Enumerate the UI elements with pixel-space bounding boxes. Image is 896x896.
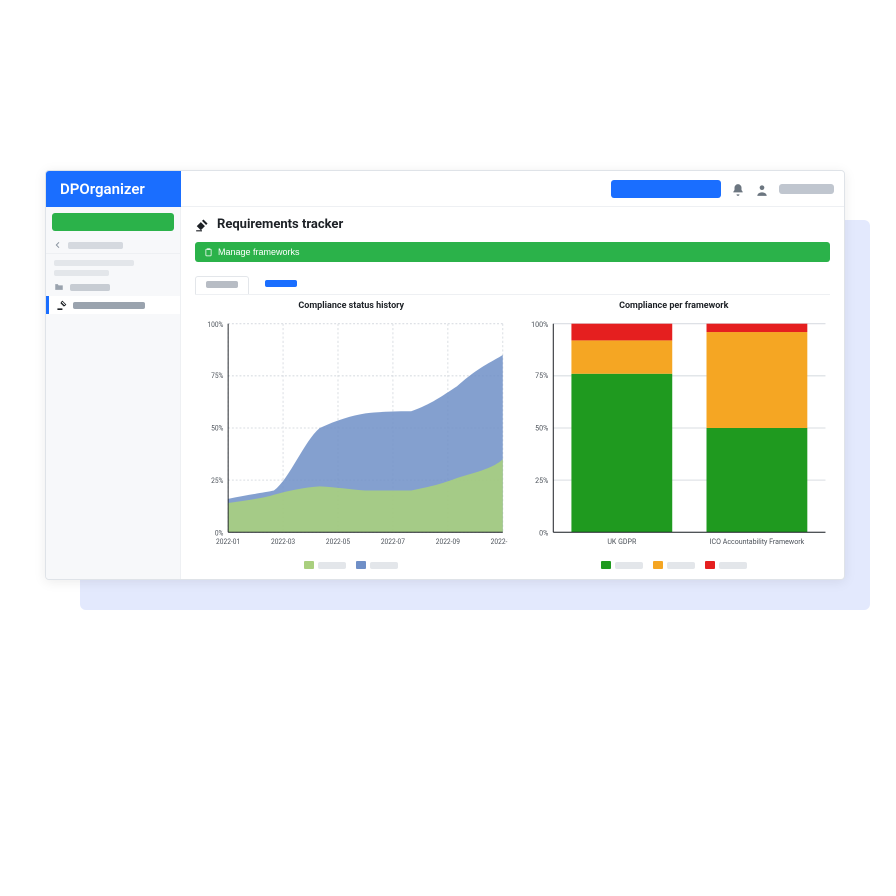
ytick-25: 25% [211,476,223,486]
page-header: Requirements tracker [195,217,830,232]
stacked-bar-chart: 0% 25% 50% 75% 100% UK GDPR ICO Accounta… [518,313,831,559]
tabs [195,276,830,295]
ytick: 0% [539,528,548,537]
xtick: 2022-07 [381,537,405,547]
chart-compliance-history: Compliance status history [195,301,508,569]
bar-ico-yellow [706,332,807,428]
area-chart: 0% 25% 50% 75% 100% 2022-01 2022-03 2022… [195,313,508,559]
sidebar-item-requirements-tracker[interactable] [46,296,180,314]
sidebar-item-folder[interactable] [46,278,180,296]
sidebar-back[interactable] [46,237,180,254]
chart-title: Compliance status history [195,301,508,311]
swatch-red [705,561,715,569]
legend [518,561,831,569]
xcat: ICO Accountability Framework [709,537,804,546]
gavel-icon [57,300,67,310]
ytick: 75% [535,371,548,380]
topbar: DPOrganizer [46,171,844,207]
legend-label [370,562,398,569]
legend-label [318,562,346,569]
sidebar-primary-button[interactable] [52,213,174,231]
legend-item-b [356,561,398,569]
sidebar-back-label [68,242,123,249]
bell-icon[interactable] [731,182,745,196]
xtick: 2022-09 [436,537,460,547]
tab-2[interactable] [255,276,307,294]
charts-row: Compliance status history [195,295,830,569]
ytick: 100% [531,320,548,329]
swatch-green [601,561,611,569]
legend-label [667,562,695,569]
sidebar-item-label [70,284,110,291]
swatch-green [304,561,314,569]
bar-ico-green [706,428,807,532]
bar-ukgdpr-red [571,324,672,341]
tab-label [206,281,238,288]
folder-icon [54,282,64,292]
clipboard-icon [204,248,213,257]
ytick: 25% [535,476,548,485]
brand-logo: DPOrganizer [46,171,181,207]
tab-1[interactable] [195,276,249,294]
legend [195,561,508,569]
sidebar [46,207,181,579]
manage-frameworks-label: Manage frameworks [218,247,300,257]
user-name-placeholder [779,184,834,194]
chart-compliance-per-framework: Compliance per framework [518,301,831,569]
bar-ico-red [706,324,807,332]
ytick-50: 50% [211,423,223,433]
legend-item-red [705,561,747,569]
tab-label [265,280,297,287]
xtick: 2022-11 [491,537,508,547]
xcat: UK GDPR [607,537,636,546]
gavel-icon [195,218,209,232]
manage-frameworks-button[interactable]: Manage frameworks [195,242,830,262]
bar-ukgdpr-green [571,374,672,533]
xtick: 2022-03 [271,537,295,547]
legend-item-a [304,561,346,569]
ytick: 50% [535,423,548,432]
user-icon[interactable] [755,182,769,196]
legend-label [615,562,643,569]
ytick-75: 75% [211,371,223,381]
page-title: Requirements tracker [217,217,343,232]
xtick: 2022-01 [216,537,240,547]
chart-title: Compliance per framework [518,301,831,311]
sidebar-heading-placeholder [46,254,180,278]
app-window: DPOrganizer [45,170,845,580]
swatch-yellow [653,561,663,569]
main-content: Requirements tracker Manage frameworks C… [181,207,844,579]
swatch-blue [356,561,366,569]
primary-action-button[interactable] [611,180,721,198]
chevron-left-icon [54,241,62,249]
legend-label [719,562,747,569]
bar-ukgdpr-yellow [571,340,672,373]
legend-item-green [601,561,643,569]
xtick: 2022-05 [326,537,350,547]
legend-item-yellow [653,561,695,569]
sidebar-item-label [73,302,145,309]
ytick-100: 100% [207,319,223,329]
